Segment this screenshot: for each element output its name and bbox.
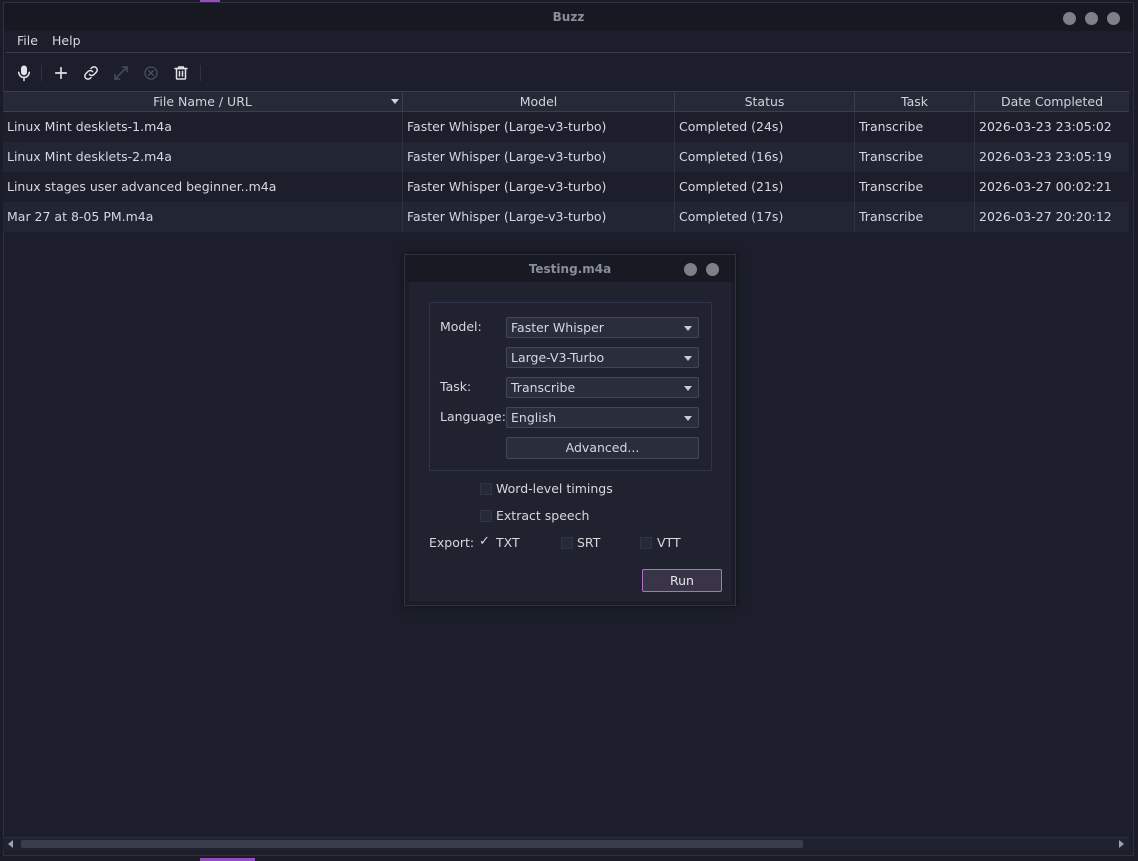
table-row[interactable]: Linux stages user advanced beginner..m4a… [3,172,1129,202]
model-size-select[interactable]: Large-V3-Turbo [506,347,699,368]
scroll-right-icon[interactable] [1119,840,1124,848]
file-transcriber-dialog: Testing.m4a Model: Faster Whisper Large-… [404,254,736,606]
run-button[interactable]: Run [642,569,722,592]
options-group: Model: Faster Whisper Large-V3-Turbo Tas… [429,302,712,471]
expand-icon [114,66,128,80]
toolbar-separator [41,65,42,81]
word-timings-checkbox[interactable] [480,483,492,495]
toolbar-separator [200,65,201,81]
export-srt-checkbox[interactable] [561,537,573,549]
column-header-date[interactable]: Date Completed [975,92,1129,112]
table-row[interactable]: Linux Mint desklets-1.m4a Faster Whisper… [3,112,1129,142]
chevron-down-icon [684,326,692,331]
cell-model: Faster Whisper (Large-v3-turbo) [403,172,675,202]
language-select[interactable]: English [506,407,699,428]
cell-status: Completed (24s) [675,112,855,142]
scrollbar-thumb[interactable] [21,840,803,848]
column-header-status[interactable]: Status [675,92,855,112]
cell-date: 2026-03-23 23:05:02 [979,119,1112,134]
table-row[interactable]: Mar 27 at 8-05 PM.m4a Faster Whisper (La… [3,202,1129,232]
minimize-button[interactable] [1063,12,1076,25]
dialog-close-button[interactable] [706,263,719,276]
task-label: Task: [440,379,472,394]
chevron-down-icon [684,416,692,421]
language-label: Language: [440,409,506,424]
plus-icon [54,66,68,80]
export-srt-label: SRT [577,535,601,550]
task-select[interactable]: Transcribe [506,377,699,398]
sort-descending-icon [391,99,399,104]
cell-model: Faster Whisper (Large-v3-turbo) [403,112,675,142]
trash-icon [174,66,188,80]
microphone-icon [18,65,30,82]
advanced-button[interactable]: Advanced... [506,437,699,459]
horizontal-scrollbar[interactable] [3,837,1129,850]
dialog-title-bar: Testing.m4a [405,255,735,282]
column-header-task[interactable]: Task [855,92,975,112]
delete-button[interactable] [169,61,193,85]
stop-button[interactable] [139,61,163,85]
window-title: Buzz [552,10,585,24]
close-button[interactable] [1107,12,1120,25]
toolbar [4,57,1133,89]
title-bar: Buzz [4,3,1133,31]
menu-file[interactable]: File [17,33,38,48]
export-label: Export: [429,535,475,550]
maximize-button[interactable] [1085,12,1098,25]
cell-filename: Linux stages user advanced beginner..m4a [3,172,403,202]
model-label: Model: [440,319,482,334]
cell-task: Transcribe [855,172,975,202]
cell-task: Transcribe [855,112,975,142]
dialog-body: Model: Faster Whisper Large-V3-Turbo Tas… [409,282,731,601]
menu-help[interactable]: Help [52,33,81,48]
language-select-value: English [511,410,557,425]
chevron-down-icon [684,356,692,361]
cell-model: Faster Whisper (Large-v3-turbo) [403,142,675,172]
cancel-icon [144,66,158,80]
model-select-value: Faster Whisper [511,320,604,335]
cell-model: Faster Whisper (Large-v3-turbo) [403,202,675,232]
cell-filename: Linux Mint desklets-2.m4a [3,142,403,172]
model-select[interactable]: Faster Whisper [506,317,699,338]
export-vtt-checkbox[interactable] [640,537,652,549]
model-size-select-value: Large-V3-Turbo [511,350,605,365]
export-vtt-label: VTT [657,535,681,550]
table-header: File Name / URL Model Status Task Date C… [3,91,1129,112]
add-url-button[interactable] [79,61,103,85]
extract-speech-checkbox[interactable] [480,510,492,522]
cell-filename: Linux Mint desklets-1.m4a [3,112,403,142]
cell-date: 2026-03-27 20:20:12 [979,209,1112,224]
cell-date: 2026-03-27 00:02:21 [979,179,1112,194]
cell-date: 2026-03-23 23:05:19 [979,149,1112,164]
menu-separator [6,52,1131,53]
cell-status: Completed (21s) [675,172,855,202]
cell-task: Transcribe [855,142,975,172]
column-header-model[interactable]: Model [403,92,675,112]
record-button[interactable] [12,61,36,85]
link-icon [84,66,98,80]
cell-filename: Mar 27 at 8-05 PM.m4a [3,202,403,232]
cell-task: Transcribe [855,202,975,232]
export-txt-label: TXT [496,535,520,550]
dialog-maximize-button[interactable] [684,263,697,276]
task-select-value: Transcribe [511,380,576,395]
column-header-filename[interactable]: File Name / URL [3,92,403,112]
word-timings-label: Word-level timings [496,481,613,496]
extract-speech-label: Extract speech [496,508,590,523]
table-row[interactable]: Linux Mint desklets-2.m4a Faster Whisper… [3,142,1129,172]
cell-status: Completed (16s) [675,142,855,172]
add-file-button[interactable] [49,61,73,85]
txt-checked-icon[interactable]: ✓ [479,534,490,549]
scroll-left-icon[interactable] [8,840,13,848]
open-transcript-button[interactable] [109,61,133,85]
cell-status: Completed (17s) [675,202,855,232]
menu-bar: File Help [4,31,1133,51]
chevron-down-icon [684,386,692,391]
